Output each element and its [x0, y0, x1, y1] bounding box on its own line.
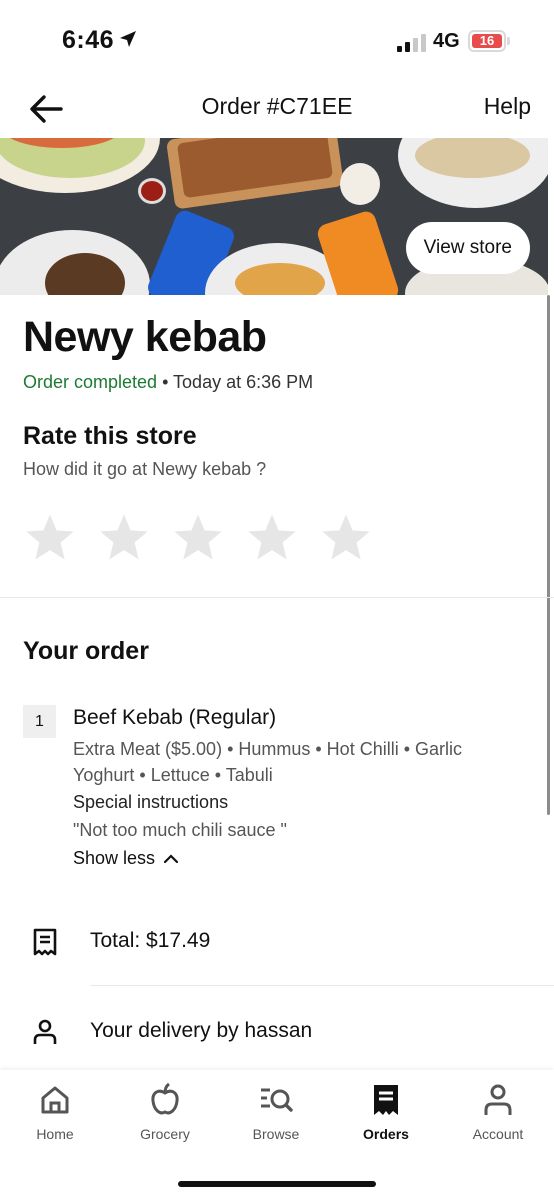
item-modifiers: Extra Meat ($5.00) • Hummus • Hot Chilli… [73, 739, 463, 785]
grocery-icon [151, 1083, 179, 1115]
home-indicator [178, 1181, 376, 1187]
show-less-button[interactable]: Show less [73, 848, 179, 869]
rate-store-title: Rate this store [23, 422, 197, 450]
header: Order #C71EE Help [0, 80, 554, 138]
order-time: • Today at 6:36 PM [157, 372, 314, 392]
person-icon [33, 1019, 57, 1044]
nav-label: Orders [363, 1126, 409, 1142]
store-hero-image: View store [0, 138, 548, 295]
special-instructions-text: "Not too much chili sauce " [73, 820, 287, 840]
orders-icon [374, 1085, 398, 1115]
status-bar: 6:46 4G 16 [0, 0, 554, 80]
nav-label: Browse [252, 1126, 300, 1142]
order-status-line: Order completed • Today at 6:36 PM [23, 372, 313, 393]
nav-item-account[interactable]: Account [448, 1082, 548, 1142]
battery-icon: 16 [468, 30, 506, 52]
star-rating [23, 511, 373, 565]
store-name: Newy kebab [23, 313, 267, 361]
item-name: Beef Kebab (Regular) [73, 706, 277, 729]
status-time: 6:46 [62, 26, 115, 54]
signal-icon [397, 34, 426, 52]
account-icon [484, 1084, 512, 1115]
item-quantity: 1 [23, 705, 56, 738]
battery-tip [507, 37, 510, 45]
star-icon[interactable] [319, 511, 373, 565]
home-icon [41, 1086, 69, 1114]
nav-item-browse[interactable]: Browse [226, 1082, 326, 1142]
nav-item-home[interactable]: Home [5, 1082, 105, 1142]
location-arrow-icon [120, 31, 136, 47]
help-button[interactable]: Help [484, 93, 531, 120]
page-title: Order #C71EE [201, 93, 353, 119]
section-divider [0, 597, 554, 598]
your-order-title: Your order [23, 637, 149, 665]
star-icon[interactable] [97, 511, 151, 565]
battery-level: 16 [472, 34, 502, 48]
star-icon[interactable] [171, 511, 225, 565]
delivery-driver: Your delivery by hassan [90, 1019, 313, 1042]
food-plate [235, 263, 325, 295]
nav-item-orders[interactable]: Orders [336, 1082, 436, 1142]
order-status: Order completed [23, 372, 158, 392]
show-less-label: Show less [73, 848, 156, 868]
view-store-button[interactable]: View store [405, 222, 530, 274]
nav-label: Grocery [140, 1126, 190, 1142]
star-icon[interactable] [23, 511, 77, 565]
rate-store-subtitle: How did it go at Newy kebab ? [23, 459, 267, 479]
order-total: Total: $17.49 [90, 929, 211, 952]
nav-item-grocery[interactable]: Grocery [115, 1082, 215, 1142]
chevron-up-icon [163, 853, 179, 863]
row-divider [90, 985, 554, 986]
nav-label: Home [36, 1126, 74, 1142]
star-icon[interactable] [245, 511, 299, 565]
network-type: 4G [433, 30, 460, 52]
food-plate [340, 163, 380, 205]
sauce-bowl [138, 178, 166, 204]
browse-icon [261, 1088, 293, 1112]
scrollbar[interactable] [547, 295, 550, 815]
nav-label: Account [472, 1126, 524, 1142]
receipt-icon [33, 928, 57, 956]
special-instructions-label: Special instructions [73, 792, 229, 812]
